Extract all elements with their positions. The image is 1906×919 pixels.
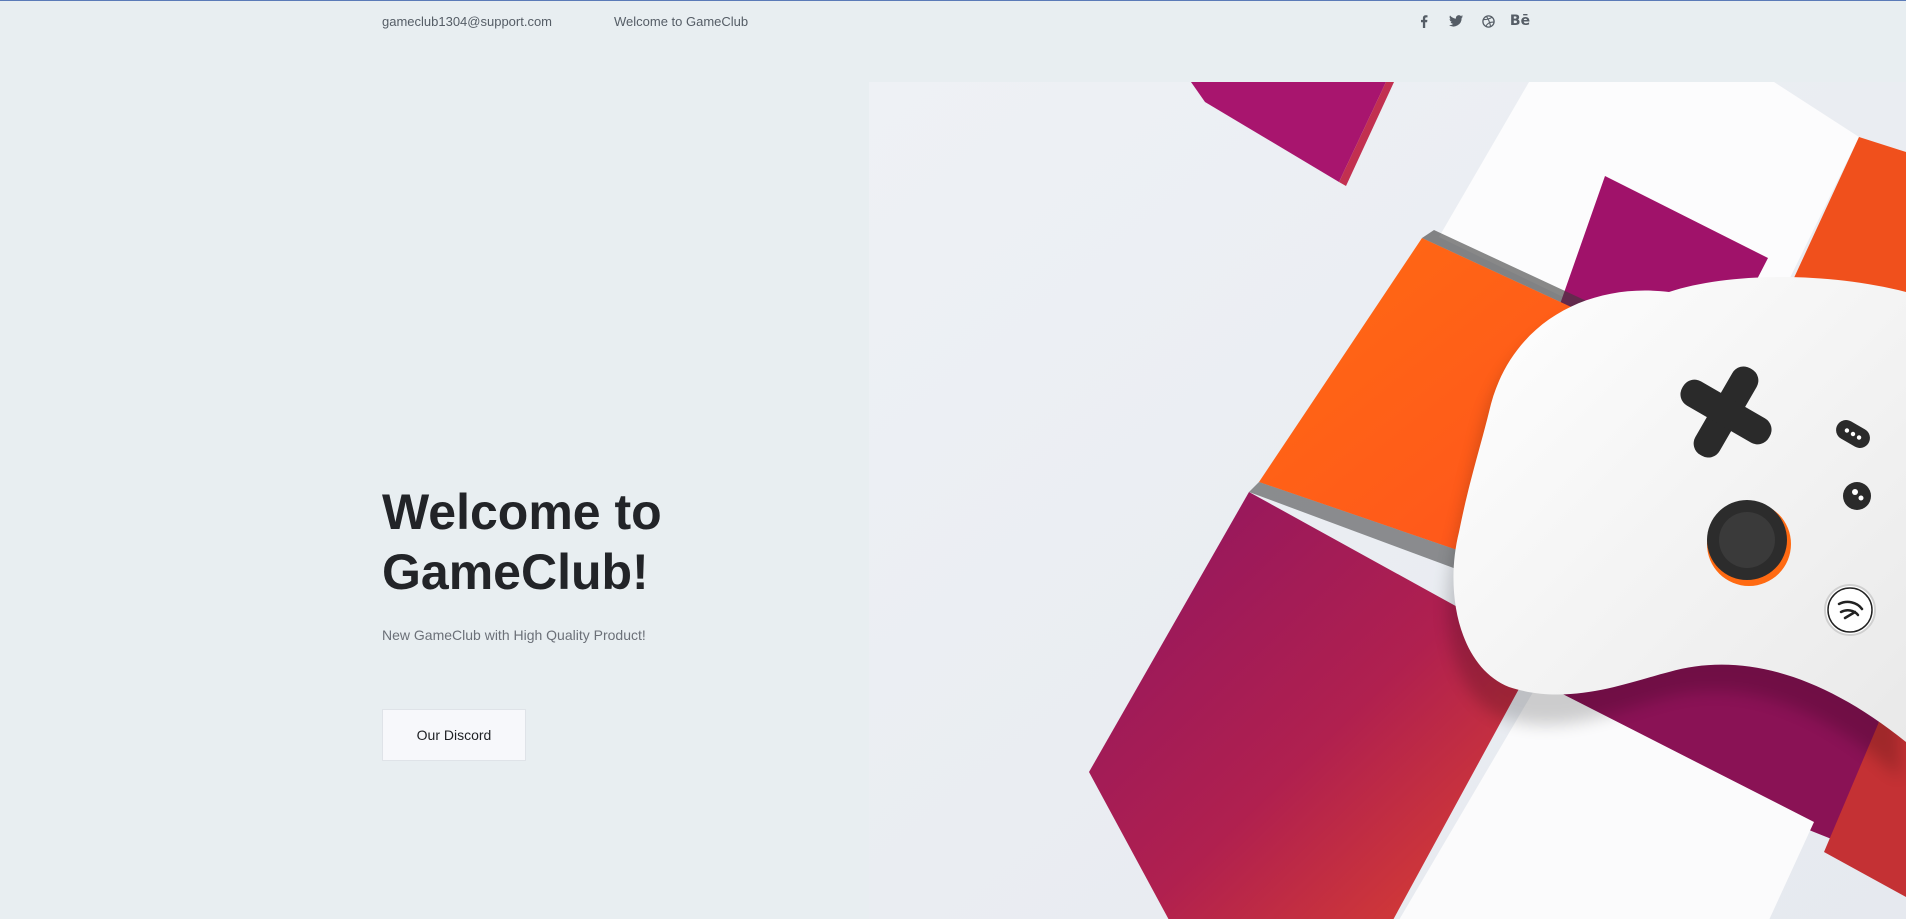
twitter-icon[interactable] — [1440, 11, 1472, 31]
our-discord-button[interactable]: Our Discord — [382, 709, 526, 761]
behance-icon[interactable]: Bē — [1504, 11, 1536, 31]
top-bar: gameclub1304@support.com Welcome to Game… — [0, 1, 1906, 41]
social-links: Bē — [1408, 11, 1536, 31]
support-email[interactable]: gameclub1304@support.com — [382, 14, 552, 29]
behance-label: Bē — [1509, 13, 1531, 29]
topbar-welcome-text: Welcome to GameClub — [614, 14, 749, 29]
page: gameclub1304@support.com Welcome to Game… — [0, 0, 1906, 919]
dribbble-icon[interactable] — [1472, 11, 1504, 31]
hero-subtitle: New GameClub with High Quality Product! — [382, 627, 646, 643]
hero-image — [869, 82, 1906, 919]
hero-title: Welcome to GameClub! — [382, 484, 662, 600]
hero-text-block: Welcome to GameClub! New GameClub with H… — [382, 482, 702, 643]
facebook-icon[interactable] — [1408, 11, 1440, 31]
controller-illustration — [869, 82, 1906, 919]
